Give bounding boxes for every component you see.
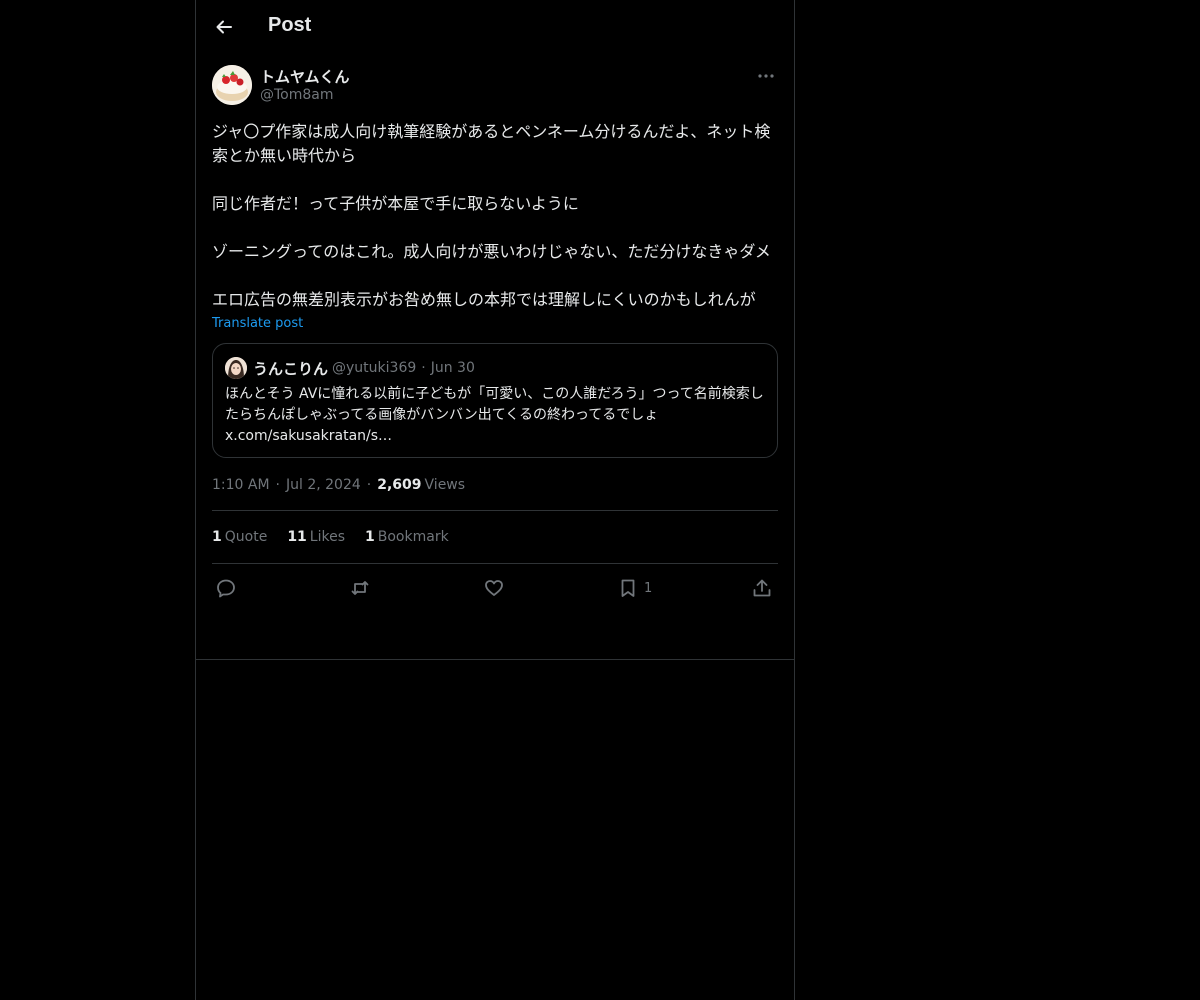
bookmarks-count: 1	[365, 529, 375, 545]
share-icon	[753, 579, 771, 597]
post-header: Post	[196, 0, 794, 54]
repost-button[interactable]	[350, 576, 370, 600]
bookmarks-label: Bookmark	[377, 529, 449, 545]
reply-button[interactable]	[216, 576, 236, 600]
post-time[interactable]: 1:10 AM	[212, 477, 270, 493]
likes-label: Likes	[309, 529, 346, 545]
separator-dot: ·	[421, 360, 426, 376]
quoted-author-handle: @yutuki369	[332, 360, 417, 376]
quoted-author-avatar	[225, 357, 247, 379]
author-row: トムヤムくん @Tom8am	[212, 64, 778, 108]
cake-avatar-image	[212, 65, 252, 105]
author-name[interactable]: トムヤムくん	[260, 66, 350, 87]
quotes-label: Quote	[224, 529, 268, 545]
page-title: Post	[268, 14, 312, 36]
quotes-stat[interactable]: 1 Quote	[212, 529, 267, 545]
heart-icon	[485, 580, 503, 596]
author-handle[interactable]: @Tom8am	[260, 87, 334, 103]
quoted-post-date: Jun 30	[430, 360, 475, 376]
bookmark-count: 1	[644, 580, 653, 596]
translate-post-link[interactable]: Translate post	[212, 316, 303, 331]
quotes-count: 1	[212, 529, 222, 545]
reply-icon	[217, 579, 235, 598]
quoted-post[interactable]: うんこりん @yutuki369 · Jun 30 ほんとそう AVに憧れる以前…	[212, 343, 778, 458]
back-button[interactable]	[208, 11, 240, 43]
action-bar: 1	[212, 564, 778, 612]
post-meta: 1:10 AM · Jul 2, 2024 · 2,609 Views	[212, 474, 778, 496]
arrow-left-icon	[216, 20, 232, 34]
bookmark-button[interactable]: 1	[618, 576, 652, 600]
more-icon	[758, 74, 774, 78]
quoted-post-text: ほんとそう AVに憧れる以前に子どもが「可愛い、この人誰だろう」つって名前検索し…	[225, 386, 764, 444]
post-column: Post トムヤムくん @Tom8am ジャ〇プ作家は成人向け執筆経験があるとペ…	[195, 0, 795, 1000]
bookmarks-stat[interactable]: 1 Bookmark	[365, 529, 449, 545]
bookmark-icon	[621, 579, 635, 597]
engagement-stats: 1 Quote 11 Likes 1 Bookmark	[212, 511, 778, 563]
quoted-author-name: うんこりん	[253, 359, 329, 378]
views-label: Views	[424, 477, 466, 493]
likes-stat[interactable]: 11 Likes	[287, 529, 345, 545]
divider	[196, 659, 794, 660]
views-count: 2,609	[377, 477, 422, 493]
quoted-post-header: うんこりん @yutuki369 · Jun 30	[225, 356, 765, 380]
like-button[interactable]	[484, 576, 504, 600]
separator-dot: ·	[366, 477, 372, 493]
more-options-button[interactable]	[754, 64, 778, 88]
post-date[interactable]: Jul 2, 2024	[286, 477, 361, 493]
likes-count: 11	[287, 529, 307, 545]
separator-dot: ·	[275, 477, 280, 493]
post: トムヤムくん @Tom8am ジャ〇プ作家は成人向け執筆経験があるとペンネーム分…	[212, 64, 778, 612]
post-text: ジャ〇プ作家は成人向け執筆経験があるとペンネーム分けるんだよ、ネット検索とか無い…	[212, 122, 771, 309]
author-avatar[interactable]	[212, 65, 252, 105]
face-avatar-image	[225, 357, 247, 379]
share-button[interactable]	[752, 576, 772, 600]
repost-icon	[351, 581, 369, 595]
